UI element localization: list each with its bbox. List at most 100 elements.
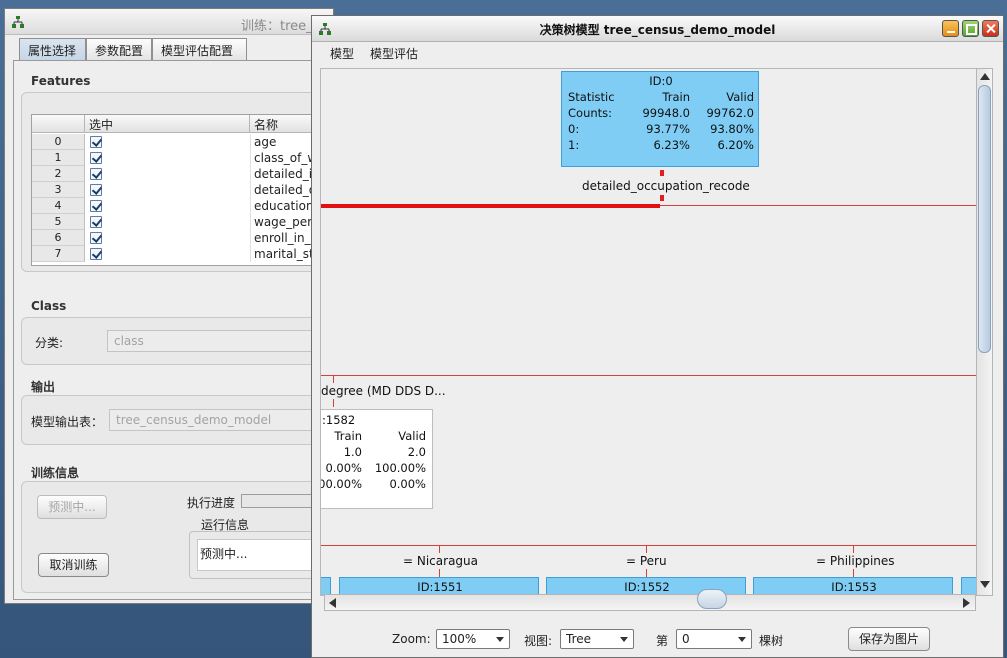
output-section-label: 输出 xyxy=(31,380,56,394)
node-row-train: 00.00% xyxy=(320,477,362,491)
tree-window-title: 决策树模型 tree_census_demo_model xyxy=(539,23,776,37)
node-id: ID:0 xyxy=(649,74,673,88)
table-row[interactable]: 2 detailed_in xyxy=(32,166,320,182)
tab-parameter-config[interactable]: 参数配置 xyxy=(86,38,152,60)
column-divider xyxy=(250,182,251,198)
tab-model-eval-config[interactable]: 模型评估配置 xyxy=(152,38,247,60)
chevron-down-icon xyxy=(617,632,631,646)
branch-label-peru: = Peru xyxy=(626,554,667,568)
table-header-selected[interactable]: 选中 xyxy=(85,115,250,133)
row-index: 4 xyxy=(32,198,85,214)
node-row-valid: 6.20% xyxy=(717,138,754,152)
tree-app-icon xyxy=(12,16,24,28)
tree-index-value: 0 xyxy=(682,632,690,646)
table-row[interactable]: 3 detailed_o xyxy=(32,182,320,198)
table-row[interactable]: 6 enroll_in_e xyxy=(32,230,320,246)
node-row-train: 6.23% xyxy=(653,138,690,152)
features-section-label: Features xyxy=(31,74,91,88)
row-index: 0 xyxy=(32,134,85,150)
table-row[interactable]: 4 education xyxy=(32,198,320,214)
branch-line xyxy=(321,545,979,546)
branch-tick xyxy=(333,375,334,383)
row-checkbox[interactable] xyxy=(90,248,102,260)
branch-tick xyxy=(853,569,854,577)
vertical-scroll-thumb[interactable] xyxy=(978,85,991,353)
column-divider xyxy=(250,246,251,262)
branch-label-philippines: = Philippines xyxy=(816,554,895,568)
predicting-button[interactable]: 预测中... xyxy=(37,495,107,519)
table-row[interactable]: 7 marital_sta xyxy=(32,246,320,262)
close-icon[interactable] xyxy=(982,20,999,37)
horizontal-scrollbar[interactable] xyxy=(324,589,976,611)
view-select[interactable]: Tree xyxy=(560,629,634,649)
node-connector xyxy=(660,170,664,176)
branch-line xyxy=(660,205,979,206)
node-row-valid: 0.00% xyxy=(389,477,426,491)
classify-field[interactable]: class xyxy=(107,330,327,352)
row-index: 6 xyxy=(32,230,85,246)
row-index: 7 xyxy=(32,246,85,262)
training-window-title: 训练：tree_ xyxy=(241,19,313,34)
maximize-icon[interactable] xyxy=(962,20,979,37)
table-row[interactable]: 1 class_of_w xyxy=(32,150,320,166)
tree-index-select[interactable]: 0 xyxy=(676,629,752,649)
root-split-label: detailed_occupation_recode xyxy=(582,179,750,193)
node-row-label: Counts: xyxy=(568,106,613,120)
view-value: Tree xyxy=(566,632,592,646)
chevron-down-icon xyxy=(735,632,749,646)
tree-node-1582[interactable]: :1582 Train Valid 1.0 2.0 0.00% 100.00% … xyxy=(320,409,433,509)
row-index: 2 xyxy=(32,166,85,182)
column-divider xyxy=(250,166,251,182)
scroll-right-icon[interactable] xyxy=(963,598,970,608)
node-id: ID:1551 xyxy=(417,580,463,594)
features-table[interactable]: 选中 名称 0 age 1 class_of_w 2 detailed_in 3 detail… xyxy=(31,114,321,266)
table-header-index xyxy=(32,115,85,133)
zoom-select[interactable]: 100% xyxy=(436,629,510,649)
branch-tick xyxy=(333,399,334,407)
column-divider xyxy=(250,214,251,230)
row-checkbox[interactable] xyxy=(90,152,102,164)
node-row-valid: 2.0 xyxy=(407,445,426,459)
node-row-label: 1: xyxy=(568,138,580,152)
scroll-down-icon[interactable] xyxy=(980,581,990,588)
progress-label: 执行进度 xyxy=(187,496,236,510)
classify-label: 分类: xyxy=(35,336,64,350)
cancel-training-button[interactable]: 取消训练 xyxy=(38,553,109,577)
menu-model-evaluation[interactable]: 模型评估 xyxy=(370,45,418,62)
node-row-train: 1.0 xyxy=(343,445,362,459)
row-checkbox[interactable] xyxy=(90,216,102,228)
table-row[interactable]: 5 wage_per_ xyxy=(32,214,320,230)
tree-bottom-toolbar: Zoom: 100% 视图: Tree 第 0 棵树 保存为图片 xyxy=(312,626,1003,658)
tab-attribute-selection[interactable]: 属性选择 xyxy=(19,38,86,60)
vertical-scrollbar[interactable] xyxy=(976,68,993,596)
horizontal-scroll-thumb[interactable] xyxy=(697,589,727,609)
scroll-up-icon[interactable] xyxy=(980,73,990,80)
menubar: 模型 模型评估 xyxy=(312,42,1003,64)
row-checkbox[interactable] xyxy=(90,232,102,244)
branch-tick xyxy=(439,545,440,553)
model-output-field[interactable]: tree_census_demo_model xyxy=(109,409,327,431)
save-as-image-button[interactable]: 保存为图片 xyxy=(848,627,930,651)
tree-window-titlebar[interactable]: 决策树模型 tree_census_demo_model xyxy=(312,16,1003,42)
node-header-train: Train xyxy=(334,429,362,443)
row-checkbox[interactable] xyxy=(90,136,102,148)
tree-node-root[interactable]: ID:0 Statistic Train Valid Counts: 99948… xyxy=(561,71,759,167)
view-label: 视图: xyxy=(524,634,553,648)
node-header-valid: Valid xyxy=(726,90,754,104)
scroll-left-icon[interactable] xyxy=(329,598,336,608)
table-row[interactable]: 0 age xyxy=(32,134,320,150)
decision-tree-window: 决策树模型 tree_census_demo_model 模型 模型评估 ID:… xyxy=(311,15,1004,658)
minimize-icon[interactable] xyxy=(942,20,959,37)
node-header-statistic: Statistic xyxy=(568,90,615,104)
row-checkbox[interactable] xyxy=(90,168,102,180)
menu-model[interactable]: 模型 xyxy=(330,45,354,62)
row-checkbox[interactable] xyxy=(90,184,102,196)
node-row-valid: 93.80% xyxy=(710,122,754,136)
row-index: 3 xyxy=(32,182,85,198)
training-window-titlebar[interactable]: 训练：tree_ xyxy=(5,9,333,35)
branch-tick xyxy=(439,569,440,577)
column-divider xyxy=(250,198,251,214)
zoom-label: Zoom: xyxy=(392,632,431,646)
tree-canvas[interactable]: ID:0 Statistic Train Valid Counts: 99948… xyxy=(320,68,980,596)
row-checkbox[interactable] xyxy=(90,200,102,212)
